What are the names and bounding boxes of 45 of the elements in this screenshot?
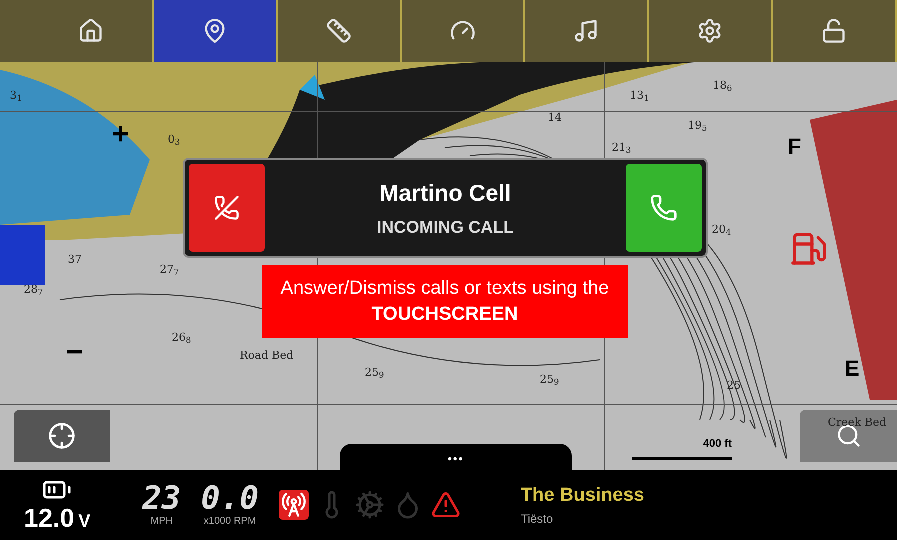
voltage-value: 12.0: [24, 505, 75, 531]
depth-label: Creek Bed: [828, 415, 886, 431]
depth-label: 20$_{4}$: [712, 222, 732, 238]
caller-name: Martino Cell: [380, 179, 512, 208]
dismiss-call-button[interactable]: [189, 164, 265, 252]
fuel-pump-icon: [790, 230, 828, 268]
instruction-caption: Answer/Dismiss calls or texts using the TOUCHSCREEN: [262, 265, 628, 338]
depth-label: 27$_{7}$: [160, 262, 180, 278]
depth-label: 19$_{5}$: [688, 118, 708, 134]
depth-label: 13$_{1}$: [630, 88, 650, 104]
voltage-unit: V: [78, 510, 91, 533]
ruler-icon: [326, 18, 352, 44]
scale-label: 400 ft: [703, 437, 732, 452]
depth-label: 25$_{9}$: [540, 372, 560, 388]
zoom-out-button[interactable]: −: [66, 338, 84, 368]
crosshair-icon: [48, 422, 76, 450]
nav-tab[interactable]: [154, 0, 278, 62]
depth-label: Road Bed: [240, 348, 294, 364]
home-icon: [78, 18, 104, 44]
speed-unit: MPH: [150, 514, 173, 528]
call-status: INCOMING CALL: [377, 216, 514, 238]
depth-label: 3$_{1}$: [10, 88, 22, 104]
depth-label: 28$_{7}$: [24, 282, 44, 298]
settings-icon: [697, 18, 724, 44]
answer-call-button[interactable]: [626, 164, 702, 252]
artist-name: Tiësto: [520, 511, 554, 528]
depth-label: 37: [68, 252, 82, 268]
speed-value: 23: [142, 482, 182, 514]
search-button[interactable]: [800, 410, 897, 462]
locate-button[interactable]: [14, 410, 110, 462]
depth-label: 14: [548, 110, 562, 126]
song-title: The Business: [520, 484, 644, 508]
fuel-empty-label: E: [845, 355, 860, 383]
rpm-unit: x1000 RPM: [204, 514, 256, 528]
fuel-full-label: F: [788, 133, 802, 161]
rpm-value: 0.0: [201, 482, 259, 514]
depth-label: 26$_{8}$: [172, 330, 192, 346]
hang-up-icon: [214, 195, 240, 221]
depth-label: 0$_{3}$: [168, 132, 180, 148]
depth-label: 21$_{3}$: [612, 140, 632, 156]
depth-label: 25$_{9}$: [365, 365, 384, 382]
depth-label: 18$_{6}$: [713, 78, 732, 94]
phone-icon: [650, 194, 678, 222]
music-note-icon: [573, 18, 600, 44]
open-padlock-icon: [821, 18, 848, 44]
